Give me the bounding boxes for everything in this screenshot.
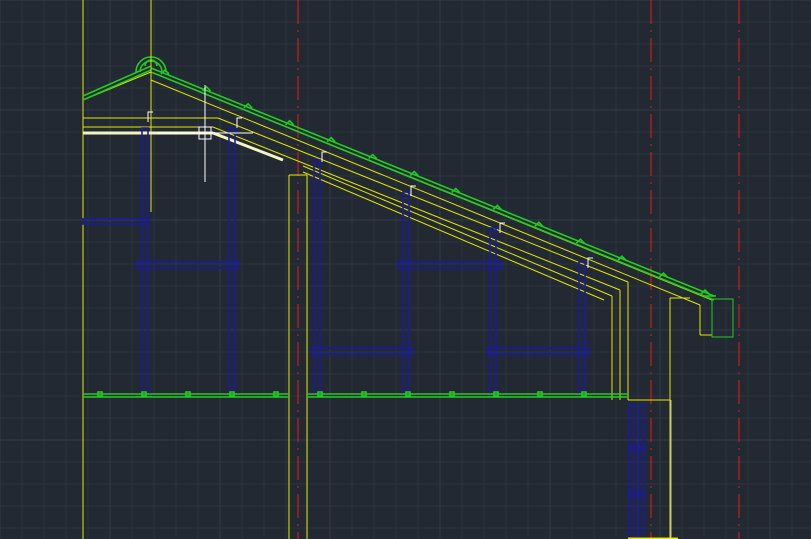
cad-drawing-canvas[interactable] [0, 0, 811, 539]
floor-beam [83, 391, 628, 398]
gutter-icon [704, 295, 734, 338]
cad-viewport[interactable] [0, 0, 811, 539]
timber-frame [82, 127, 645, 539]
drawing-grid [0, 0, 811, 539]
axis-lines [297, 0, 740, 539]
roof-rafters [82, 71, 713, 539]
selected-rafter-highlight[interactable] [83, 131, 284, 162]
crosshair-cursor-icon[interactable] [157, 85, 253, 182]
